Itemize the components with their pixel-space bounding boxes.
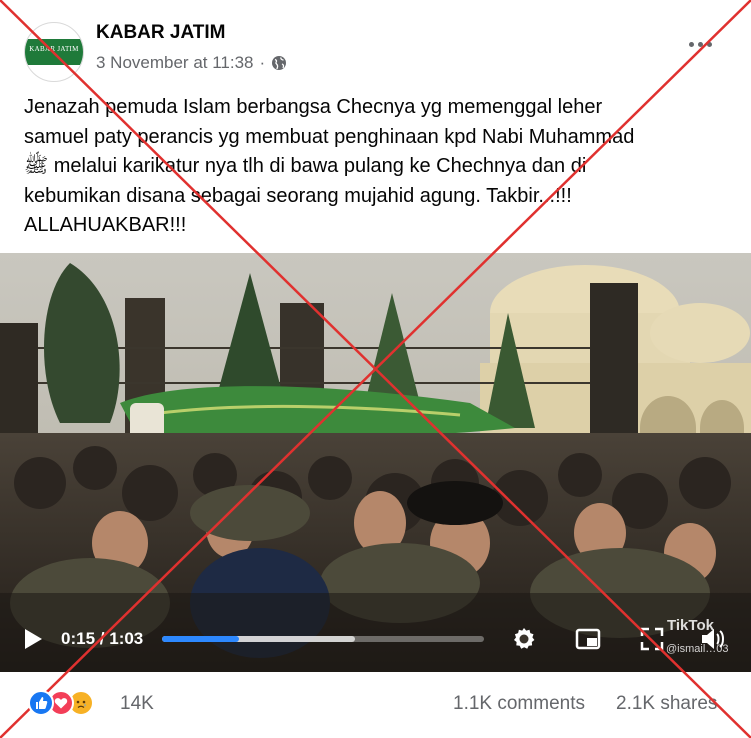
page-avatar[interactable]: KABAR JATIM (24, 22, 84, 82)
video-player[interactable]: 0:15 / 1:03 TikTok @ismail…03 (0, 253, 751, 672)
current-time: 0:15 (61, 629, 96, 648)
globe-icon[interactable] (271, 55, 287, 71)
play-icon[interactable] (22, 628, 44, 650)
time-separator: / (99, 629, 105, 648)
more-options-icon[interactable] (682, 30, 718, 58)
reaction-count[interactable]: 14K (120, 693, 154, 715)
post-meta: 3 November at 11:38 · (96, 53, 287, 73)
post-timestamp[interactable]: 3 November at 11:38 (96, 53, 254, 73)
tiktok-username: @ismail…03 (666, 643, 729, 655)
facebook-post: KABAR JATIM KABAR JATIM 3 November at 11… (0, 0, 751, 738)
like-reaction-icon (28, 690, 54, 716)
tiktok-watermark: TikTok (667, 617, 714, 634)
progress-bar[interactable] (162, 636, 484, 642)
post-caption: Jenazah pemuda Islam berbangsa Checnya y… (24, 96, 635, 236)
settings-icon[interactable] (510, 625, 538, 653)
reactions-summary[interactable] (28, 690, 94, 716)
page-name-link[interactable]: KABAR JATIM (96, 22, 225, 44)
picture-in-picture-icon[interactable] (574, 625, 602, 653)
avatar-logo-text: KABAR JATIM (29, 45, 79, 53)
video-time: 0:15 / 1:03 (61, 629, 143, 649)
fullscreen-icon[interactable] (638, 625, 666, 653)
shares-count-link[interactable]: 2.1K shares (616, 693, 717, 715)
comments-count-link[interactable]: 1.1K comments (453, 693, 585, 715)
duration: 1:03 (109, 629, 144, 648)
progress-played (162, 636, 239, 642)
meta-separator: · (259, 53, 266, 72)
video-controls: 0:15 / 1:03 (0, 605, 751, 672)
